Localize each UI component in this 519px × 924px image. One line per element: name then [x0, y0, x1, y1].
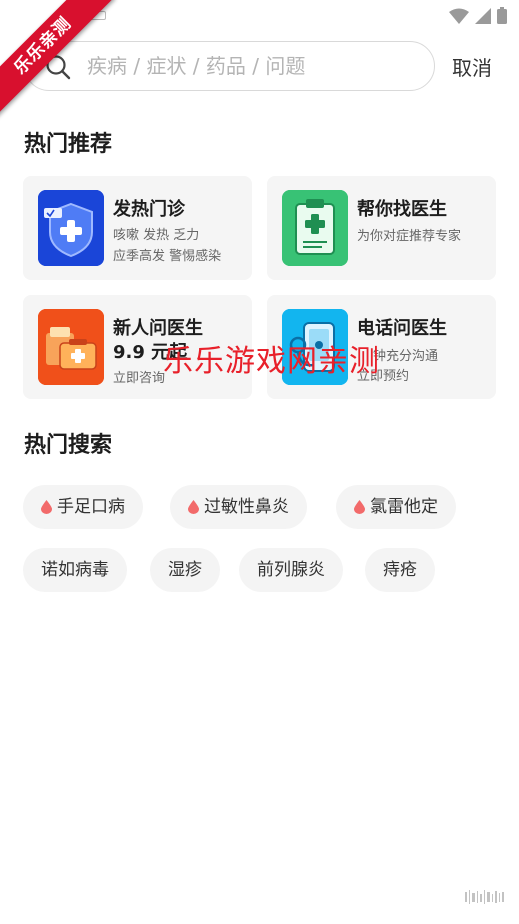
- wifi-icon: [449, 8, 469, 24]
- hot-search-title: 热门搜索: [24, 433, 113, 458]
- card-subtitle: 立即咨询: [113, 371, 166, 386]
- card-title: 发热门诊: [113, 199, 185, 220]
- battery-icon: [497, 7, 507, 24]
- hot-drop-icon: [41, 500, 52, 514]
- card-subtitle-2: 应季高发 警惕感染: [113, 249, 222, 264]
- search-tag[interactable]: 前列腺炎: [239, 548, 343, 592]
- search-tag[interactable]: 诺如病毒: [23, 548, 127, 592]
- search-tag-label: 手足口病: [57, 497, 125, 517]
- hot-drop-icon: [188, 500, 199, 514]
- card-title: 电话问医生: [357, 318, 447, 339]
- search-tag-label: 诺如病毒: [41, 560, 109, 580]
- search-tag[interactable]: 氯雷他定: [336, 485, 456, 529]
- hot-drop-icon: [354, 500, 365, 514]
- card-subtitle: 为你对症推荐专家: [357, 229, 462, 244]
- card-fever-clinic[interactable]: 发热门诊 咳嗽 发热 乏力 应季高发 警惕感染: [23, 176, 252, 280]
- notification-icon: [70, 10, 80, 20]
- signal-icon: [475, 8, 491, 24]
- search-tag[interactable]: 过敏性鼻炎: [170, 485, 307, 529]
- status-bar: [0, 0, 519, 34]
- search-tag-label: 过敏性鼻炎: [204, 497, 289, 517]
- card-phone-consult[interactable]: 电话问医生 钟充分沟通 立即预约: [267, 295, 496, 399]
- card-new-user-consult[interactable]: 新人问医生 9.9 元起 立即咨询: [23, 295, 252, 399]
- clipboard-plus-icon: [282, 190, 348, 266]
- card-price: 9.9 元起: [113, 342, 188, 363]
- card-title: 新人问医生: [113, 318, 203, 339]
- card-subtitle-2: 立即预约: [357, 369, 410, 384]
- card-find-doctor[interactable]: 帮你找医生 为你对症推荐专家: [267, 176, 496, 280]
- status-right-icons: [449, 7, 507, 24]
- search-bar: 取消: [0, 40, 519, 92]
- search-tag-label: 前列腺炎: [257, 560, 325, 580]
- stethoscope-phone-icon: [282, 309, 348, 385]
- card-subtitle: 咳嗽 发热 乏力: [113, 228, 200, 243]
- card-title: 帮你找医生: [357, 199, 447, 220]
- search-tag[interactable]: 湿疹: [150, 548, 220, 592]
- search-tag[interactable]: 手足口病: [23, 485, 143, 529]
- search-icon: [46, 55, 71, 80]
- shield-plus-icon: [38, 190, 104, 266]
- medical-kit-icon: [38, 309, 104, 385]
- scan-mark-icon: [465, 890, 504, 904]
- search-tag-label: 痔疮: [383, 560, 417, 580]
- search-tag-label: 氯雷他定: [370, 497, 438, 517]
- search-box[interactable]: [24, 41, 435, 91]
- search-tag[interactable]: 痔疮: [365, 548, 435, 592]
- cancel-button[interactable]: 取消: [452, 52, 492, 81]
- keyboard-icon: [90, 10, 106, 20]
- status-left-icons: [70, 10, 106, 20]
- search-input[interactable]: [87, 50, 417, 82]
- search-tag-label: 湿疹: [168, 560, 202, 580]
- card-subtitle: 钟充分沟通: [373, 349, 439, 364]
- hot-recommend-title: 热门推荐: [24, 132, 113, 157]
